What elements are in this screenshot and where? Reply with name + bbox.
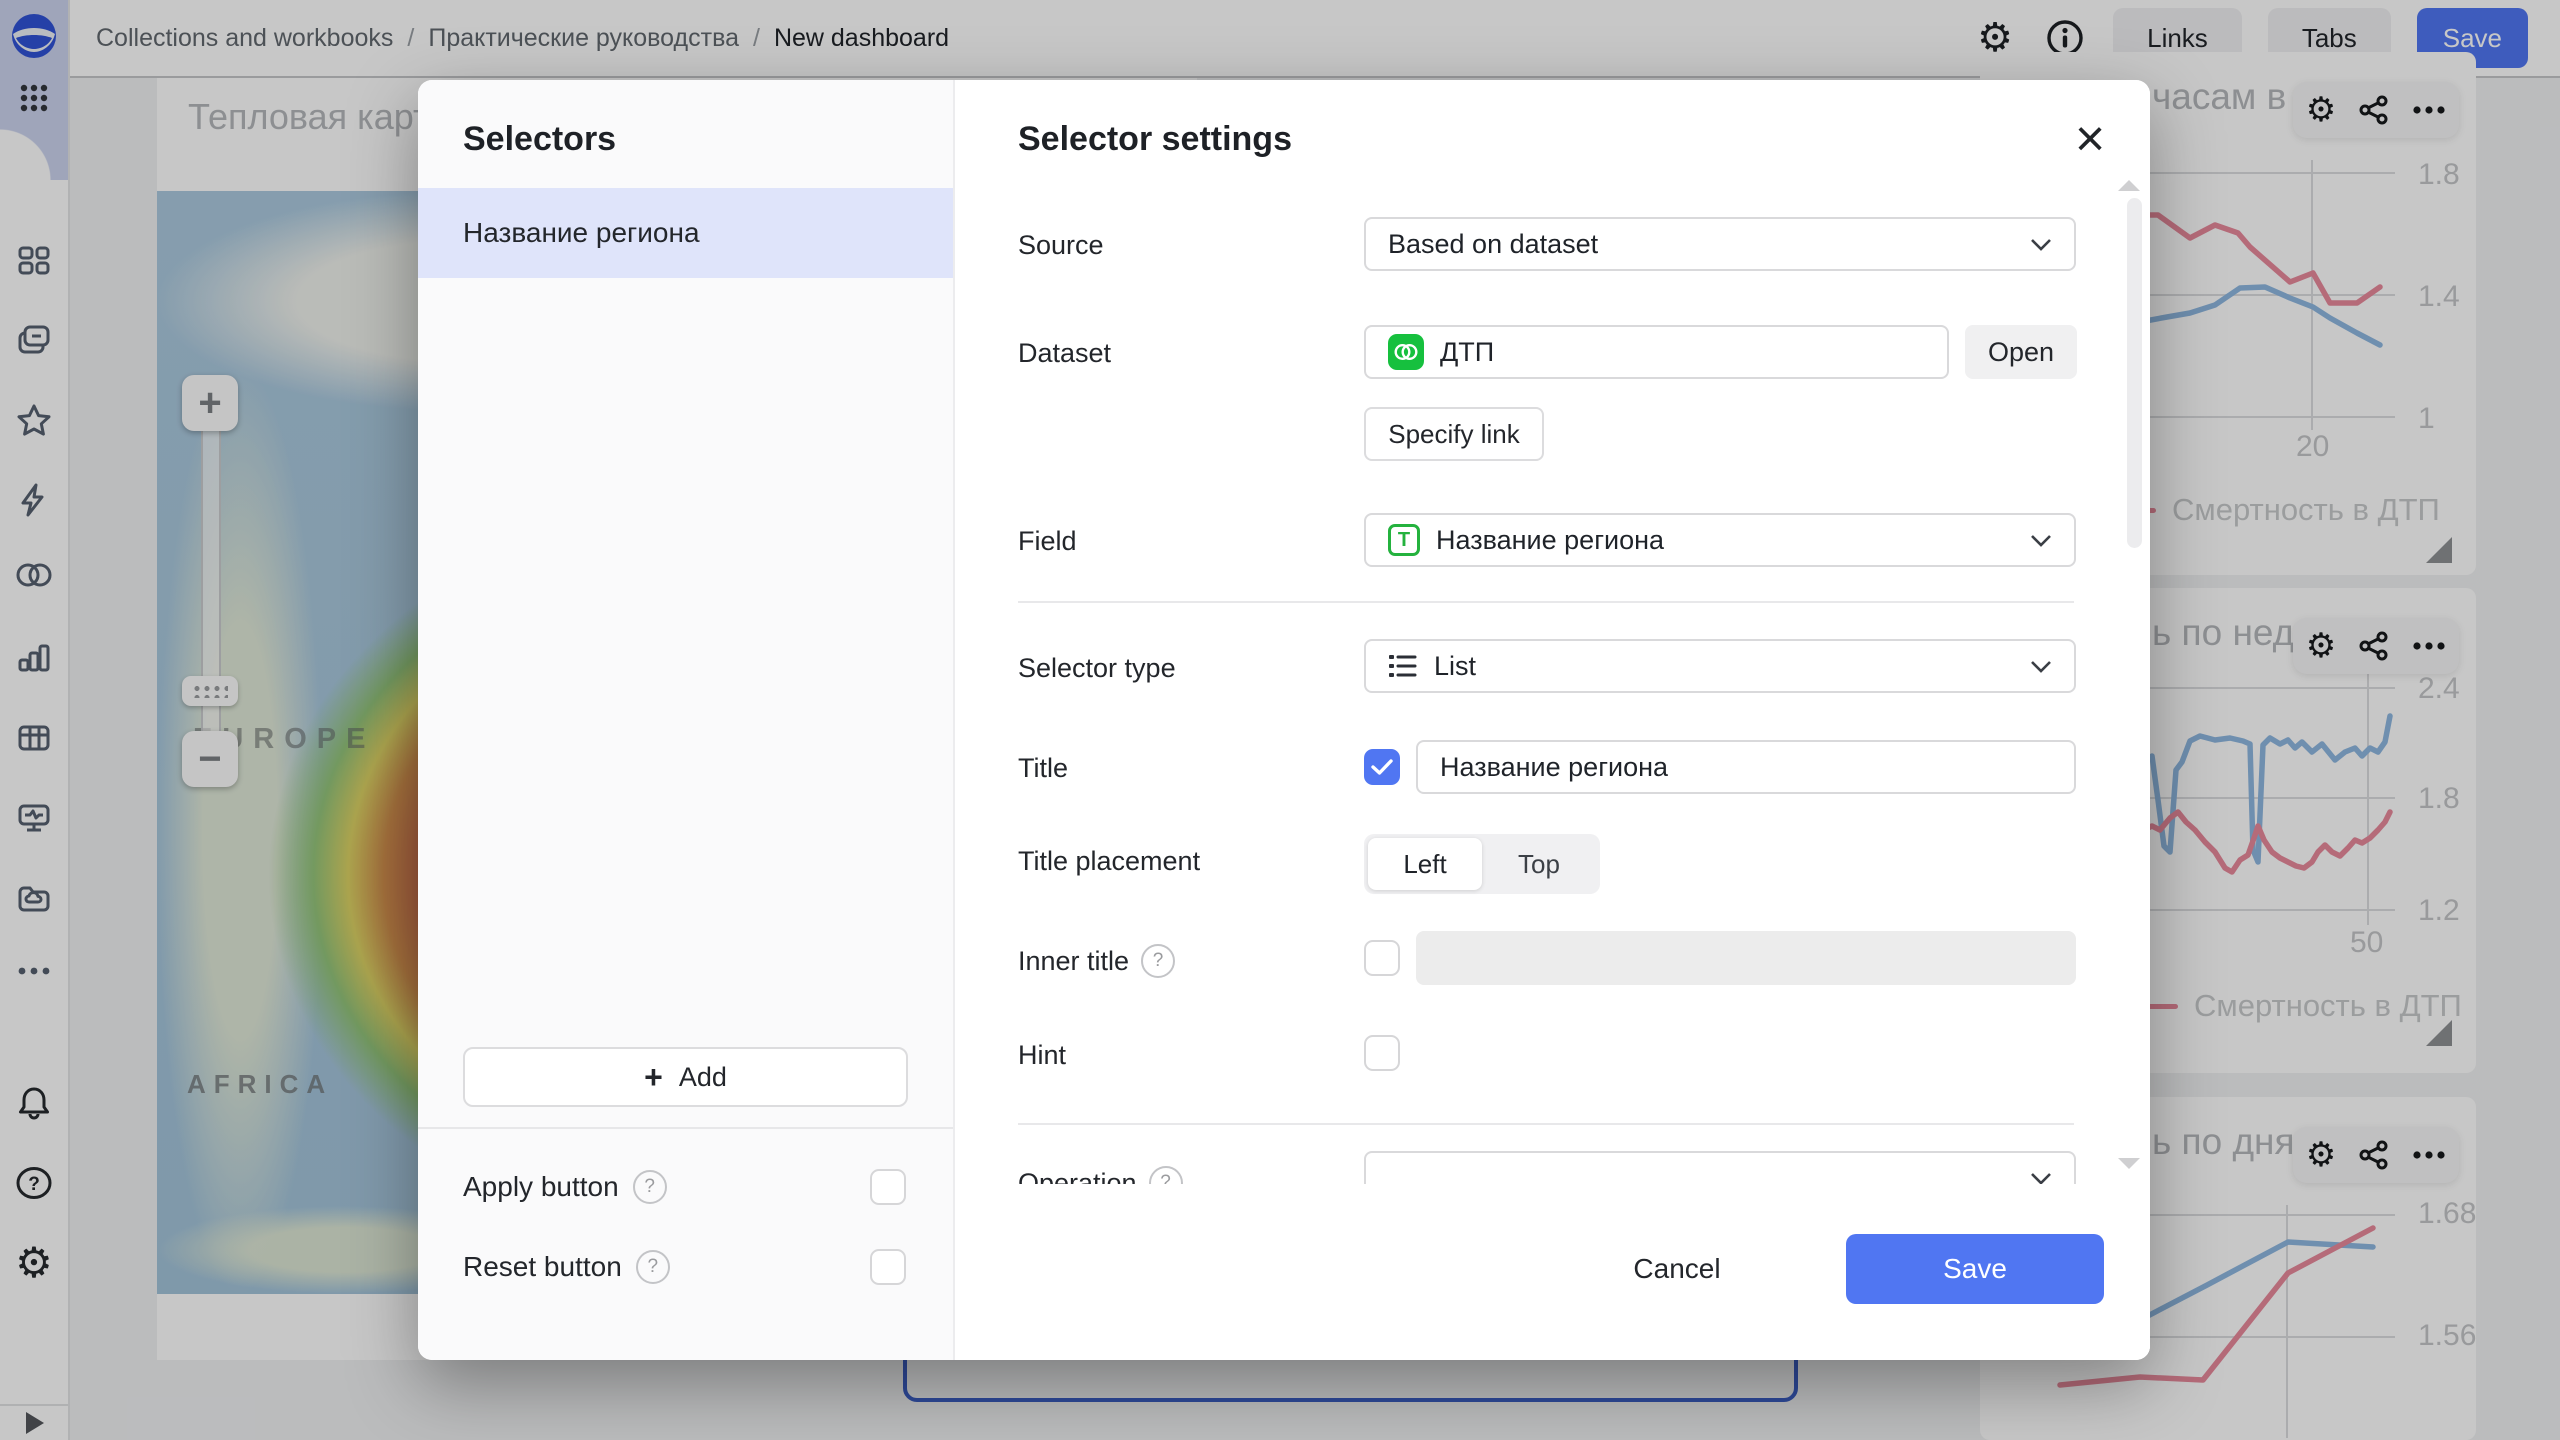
- apply-button-checkbox[interactable]: [870, 1169, 906, 1205]
- hint-label: Hint: [1018, 1040, 1066, 1071]
- check-icon: [1371, 758, 1393, 776]
- help-question-icon[interactable]: ?: [1141, 944, 1175, 978]
- settings-panel-title: Selector settings: [1018, 120, 1292, 159]
- cancel-button[interactable]: Cancel: [1577, 1234, 1777, 1304]
- chevron-down-icon: [2030, 659, 2052, 673]
- selector-list-item-selected[interactable]: Название региона: [418, 188, 953, 278]
- title-placement-segmented: Left Top: [1364, 834, 1600, 894]
- selector-settings-panel: Selector settings × Source Based on data…: [955, 80, 2150, 1360]
- scrollbar-thumb[interactable]: [2127, 198, 2142, 548]
- field-label: Field: [1018, 526, 1077, 557]
- help-question-icon[interactable]: ?: [636, 1250, 670, 1284]
- title-input[interactable]: Название региона: [1416, 740, 2076, 794]
- source-label: Source: [1018, 230, 1104, 261]
- dataset-field[interactable]: ДТП: [1364, 325, 1949, 379]
- inner-title-input-disabled: [1416, 931, 2076, 985]
- reset-button-checkbox[interactable]: [870, 1249, 906, 1285]
- settings-footer: Cancel Save: [955, 1184, 2150, 1360]
- section-divider: [1018, 601, 2074, 603]
- chevron-down-icon: [2030, 1171, 2052, 1185]
- list-icon: [1388, 652, 1418, 680]
- selectors-modal: Selectors Название региона + Add Apply b…: [418, 80, 2150, 1360]
- selectors-panel-title: Selectors: [463, 120, 616, 159]
- panel-divider: [418, 1127, 953, 1129]
- selector-type-select[interactable]: List: [1364, 639, 2076, 693]
- inner-title-label: Inner title ?: [1018, 944, 1175, 978]
- apply-button-row: Apply button ?: [463, 1168, 906, 1206]
- save-button[interactable]: Save: [1846, 1234, 2104, 1304]
- add-selector-button[interactable]: + Add: [463, 1047, 908, 1107]
- chevron-down-icon: [2030, 237, 2052, 251]
- section-divider: [1018, 1123, 2074, 1125]
- hint-checkbox[interactable]: [1364, 1035, 1400, 1071]
- chevron-down-icon: [2030, 533, 2052, 547]
- dataset-icon: [1388, 334, 1424, 370]
- help-question-icon[interactable]: ?: [633, 1170, 667, 1204]
- placement-left-option[interactable]: Left: [1368, 838, 1482, 890]
- scroll-down-arrow[interactable]: [2118, 1158, 2140, 1169]
- placement-top-option[interactable]: Top: [1482, 838, 1596, 890]
- screen: Collections and workbooks / Практические…: [0, 0, 2560, 1440]
- source-select[interactable]: Based on dataset: [1364, 217, 2076, 271]
- close-icon[interactable]: ×: [2065, 114, 2115, 164]
- scroll-up-arrow[interactable]: [2118, 180, 2140, 191]
- field-select[interactable]: T Название региона: [1364, 513, 2076, 567]
- title-label: Title: [1018, 753, 1068, 784]
- dataset-label: Dataset: [1018, 338, 1111, 369]
- specify-link-button[interactable]: Specify link: [1364, 407, 1544, 461]
- plus-icon: +: [644, 1061, 663, 1093]
- open-dataset-button[interactable]: Open: [1965, 325, 2077, 379]
- selectors-panel: Selectors Название региона + Add Apply b…: [418, 80, 955, 1360]
- reset-button-row: Reset button ?: [463, 1248, 906, 1286]
- title-checkbox[interactable]: [1364, 749, 1400, 785]
- inner-title-checkbox[interactable]: [1364, 940, 1400, 976]
- string-field-type-icon: T: [1388, 524, 1420, 556]
- selector-type-label: Selector type: [1018, 653, 1176, 684]
- title-placement-label: Title placement: [1018, 846, 1200, 877]
